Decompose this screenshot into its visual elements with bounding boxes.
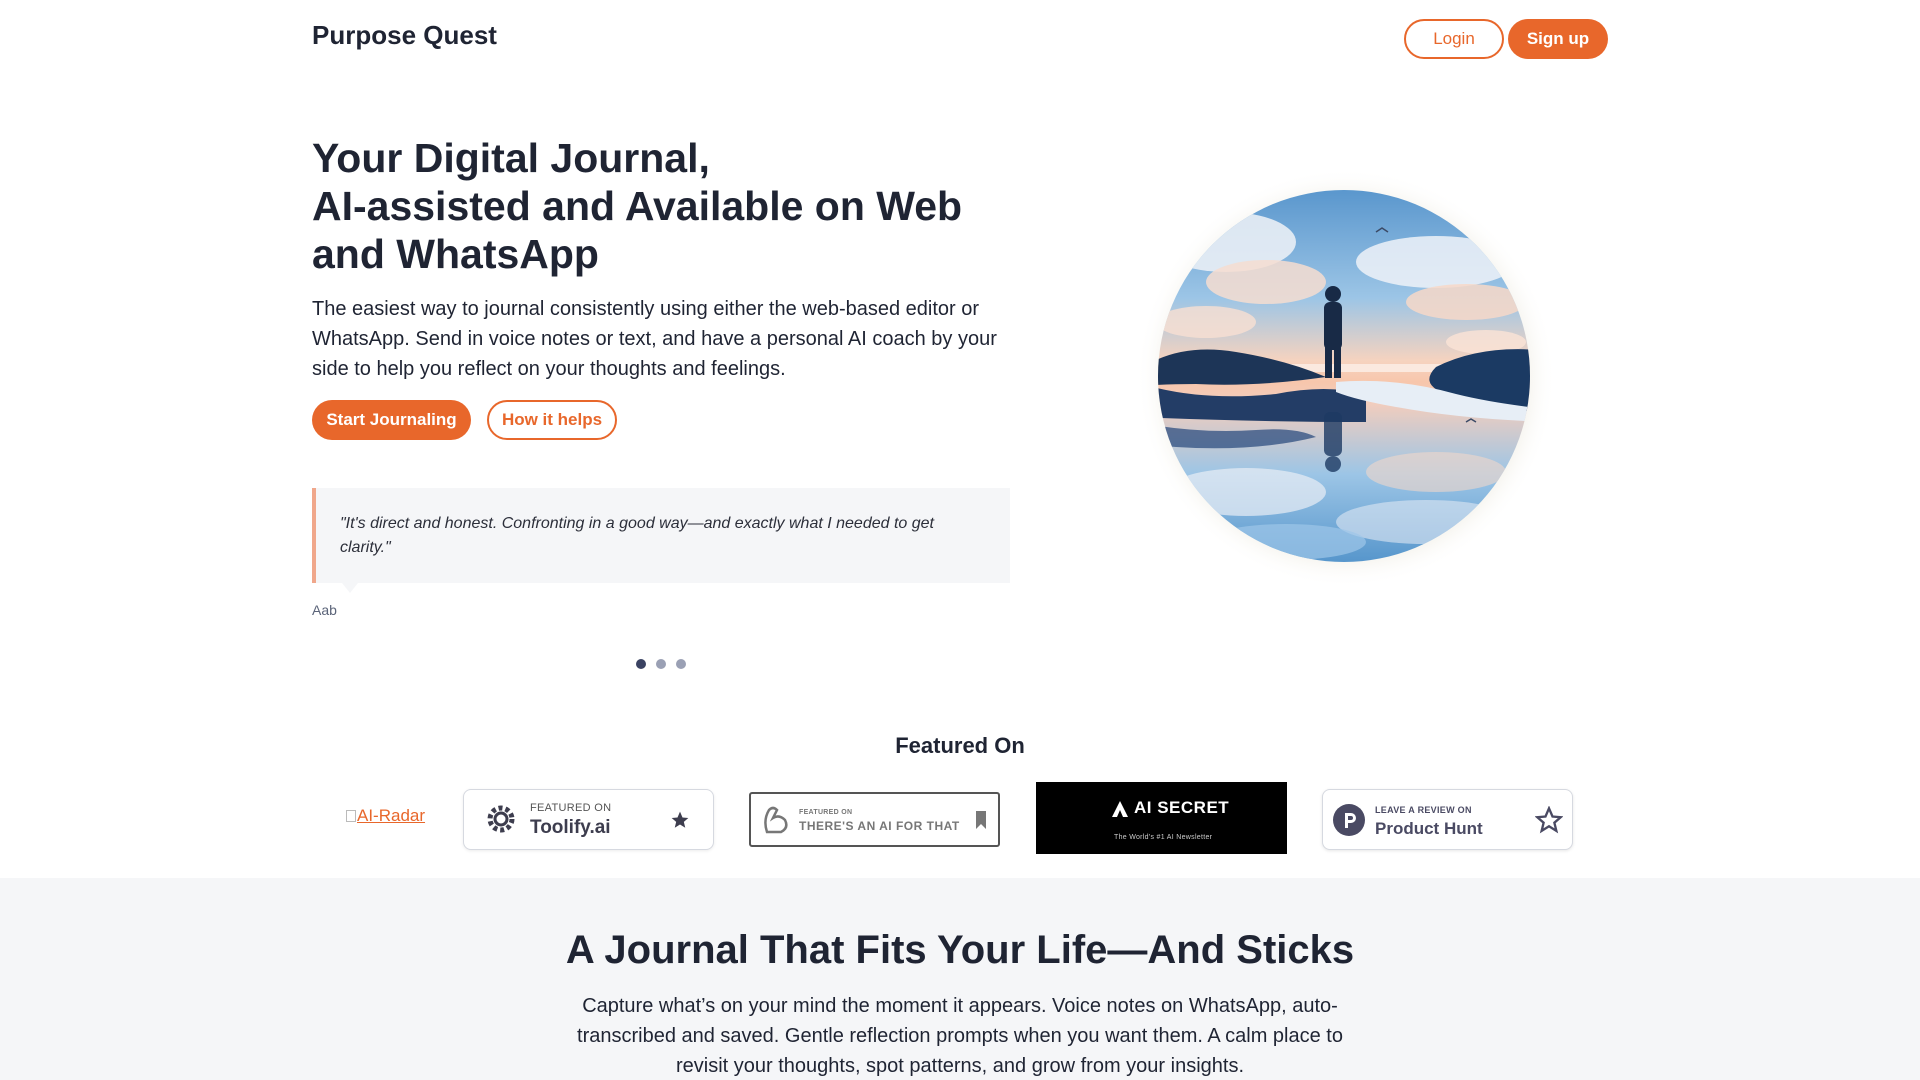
login-button[interactable]: Login: [1404, 19, 1504, 59]
broken-image-icon: [346, 810, 356, 822]
aisecret-small-text: The World's #1 AI Newsletter: [1114, 834, 1213, 841]
featured-title: Featured On: [895, 733, 1025, 758]
toolify-big-text: Toolify.ai: [530, 817, 611, 838]
quote-author: Aab: [312, 602, 337, 618]
bicep-icon: [764, 806, 788, 834]
carousel-dot[interactable]: [636, 659, 646, 669]
start-journaling-button[interactable]: Start Journaling: [312, 400, 471, 440]
quote-tail: [342, 583, 358, 593]
quote-text: "It's direct and honest. Confronting in …: [340, 515, 934, 556]
carousel-dots: [636, 659, 686, 669]
featured-logos: AI-Radar FEATURED ON Toolify.ai FEATURED…: [0, 782, 1920, 858]
ph-small-text: LEAVE A REVIEW ON: [1375, 805, 1472, 815]
how-it-helps-button[interactable]: How it helps: [487, 400, 617, 440]
aisecret-logo-icon: [1112, 801, 1128, 817]
aisecret-badge[interactable]: AI SECRET The World's #1 AI Newsletter: [1036, 782, 1287, 854]
hero-title-line: AI-assisted and Available on Web: [312, 183, 963, 229]
producthunt-badge[interactable]: LEAVE A REVIEW ON Product Hunt: [1322, 789, 1573, 850]
star-icon: [671, 811, 689, 828]
aisecret-big-text: AI SECRET: [1134, 798, 1230, 817]
airadar-alt-text: AI-Radar: [357, 806, 426, 825]
taaft-badge[interactable]: FEATURED ON THERE'S AN AI FOR THAT: [749, 792, 1000, 847]
toolify-small-text: FEATURED ON: [530, 802, 612, 814]
hero-title-line: and WhatsApp: [312, 231, 599, 277]
hero-illustration: [1136, 172, 1556, 588]
testimonial-quote: "It's direct and honest. Confronting in …: [312, 488, 1010, 593]
section-title: A Journal That Fits Your Life—And Sticks: [565, 928, 1355, 972]
star-outline-icon: [1535, 806, 1563, 834]
signup-button[interactable]: Sign up: [1508, 19, 1608, 59]
toolify-gear-icon: [487, 805, 515, 833]
hero-title: Your Digital Journal, AI-assisted and Av…: [312, 134, 1032, 278]
brand-logo[interactable]: Purpose Quest: [312, 20, 497, 51]
bookmark-icon: [976, 811, 986, 829]
taaft-big-text: THERE'S AN AI FOR THAT: [799, 819, 960, 833]
ph-big-text: Product Hunt: [1375, 819, 1483, 838]
hero-title-line: Your Digital Journal,: [312, 135, 710, 181]
site-header: Purpose Quest Login Sign up: [0, 0, 1920, 80]
taaft-small-text: FEATURED ON: [799, 809, 853, 816]
hero-description: The easiest way to journal consistently …: [312, 298, 997, 380]
airadar-logo-link[interactable]: AI-Radar: [346, 806, 425, 826]
producthunt-icon: [1333, 804, 1365, 836]
carousel-dot[interactable]: [676, 659, 686, 669]
section-description: Capture what’s on your mind the moment i…: [577, 995, 1343, 1077]
toolify-badge[interactable]: FEATURED ON Toolify.ai: [463, 789, 714, 850]
carousel-dot[interactable]: [656, 659, 666, 669]
journal-fits-section: A Journal That Fits Your Life—And Sticks…: [0, 878, 1920, 1080]
